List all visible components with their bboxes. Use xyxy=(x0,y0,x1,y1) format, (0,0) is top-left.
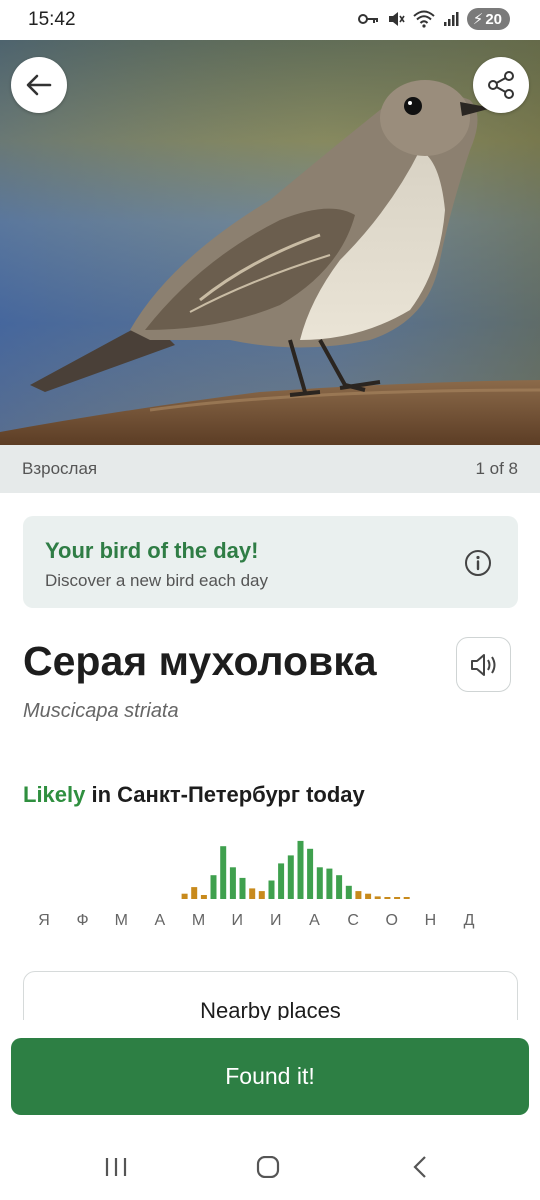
chart-bar xyxy=(394,897,401,899)
month-label: Н xyxy=(424,912,438,929)
month-label: Д xyxy=(463,912,476,929)
chart-bar xyxy=(336,875,343,899)
month-label: А xyxy=(309,912,321,929)
chart-bar xyxy=(345,885,352,899)
month-label: И xyxy=(270,912,283,929)
speaker-icon xyxy=(470,653,495,676)
chart-bar xyxy=(200,895,207,899)
month-label: Ф xyxy=(76,912,90,929)
battery-icon: ⚡ 20 xyxy=(466,8,510,30)
bird-of-day-card[interactable]: Your bird of the day! Discover a new bir… xyxy=(23,516,518,608)
month-label: Я xyxy=(38,912,51,929)
chart-bar xyxy=(191,887,198,899)
share-button[interactable] xyxy=(473,57,529,113)
likelihood-heading: Likely in Санкт-Петербург today xyxy=(23,782,365,808)
wifi-icon xyxy=(413,10,435,28)
photo-caption-bar: Взрослая 1 of 8 xyxy=(0,445,540,493)
month-label: А xyxy=(154,912,167,929)
status-bar: 15:42 ⚡ 20 xyxy=(0,0,540,40)
seasonal-frequency-chart xyxy=(181,840,410,899)
chart-bar xyxy=(316,867,323,899)
found-it-button[interactable]: Found it! xyxy=(11,1038,529,1115)
chart-bar xyxy=(210,875,217,899)
chart-bar xyxy=(249,888,256,899)
chart-bar xyxy=(181,893,188,899)
bird-of-day-title: Your bird of the day! xyxy=(45,538,259,563)
chart-bar xyxy=(258,891,265,899)
back-icon[interactable] xyxy=(410,1155,430,1179)
bird-of-day-subtitle: Discover a new bird each day xyxy=(45,571,269,590)
chart-bar xyxy=(229,867,236,899)
photo-caption: Взрослая xyxy=(22,459,98,478)
recents-icon[interactable] xyxy=(104,1156,128,1178)
chart-bar xyxy=(287,855,294,899)
status-time: 15:42 xyxy=(28,9,76,30)
photo-counter: 1 of 8 xyxy=(475,459,518,478)
bird-common-name: Серая мухоловка xyxy=(23,638,377,684)
status-icons: ⚡ 20 xyxy=(357,8,510,30)
chart-bar xyxy=(365,893,372,899)
bird-photo[interactable] xyxy=(0,40,540,445)
home-icon[interactable] xyxy=(256,1156,280,1178)
bird-photo-illustration xyxy=(0,40,540,445)
month-label: О xyxy=(385,912,399,929)
month-label: М xyxy=(114,912,129,929)
chart-bar xyxy=(307,848,314,899)
chart-bar xyxy=(297,840,304,899)
likelihood-location: in Санкт-Петербург today xyxy=(85,782,365,807)
chart-bar xyxy=(220,846,227,899)
chart-bar xyxy=(374,896,381,899)
chart-bar xyxy=(239,877,246,899)
battery-level: 20 xyxy=(485,10,502,28)
system-nav-bar xyxy=(0,1130,540,1200)
month-label: И xyxy=(231,912,244,929)
bird-scientific-name: Muscicapa striata xyxy=(23,700,179,722)
chart-bar xyxy=(384,897,391,899)
month-labels: ЯФМАМИИАСОНД xyxy=(0,912,540,934)
chart-bar xyxy=(268,880,275,899)
month-label: С xyxy=(347,912,360,929)
back-button[interactable] xyxy=(11,57,67,113)
month-label: М xyxy=(191,912,207,929)
chart-bar xyxy=(355,891,362,899)
key-icon xyxy=(357,14,378,24)
scroll-fade xyxy=(0,1020,540,1040)
info-icon[interactable] xyxy=(464,549,492,577)
arrow-left-icon xyxy=(26,74,52,96)
share-icon xyxy=(488,71,514,99)
play-sound-button[interactable] xyxy=(456,637,511,692)
chart-bar xyxy=(278,863,285,899)
likelihood-word: Likely xyxy=(23,782,86,807)
charging-icon: ⚡ xyxy=(472,11,484,28)
chart-bar xyxy=(403,897,410,899)
mute-icon xyxy=(388,12,405,26)
signal-icon xyxy=(443,12,459,26)
chart-bar xyxy=(326,868,333,899)
